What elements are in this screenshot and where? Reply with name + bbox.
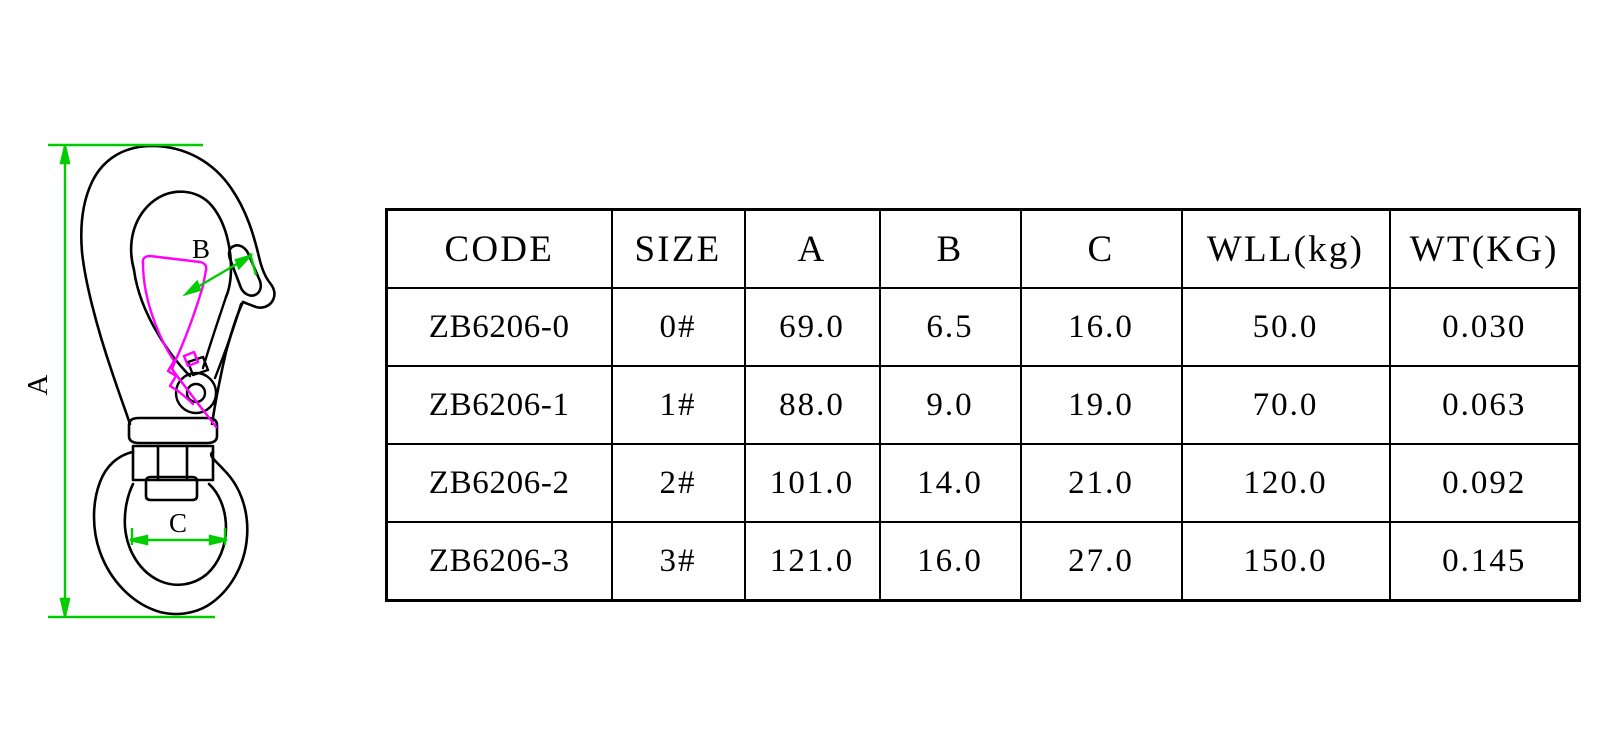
table-row: ZB6206-0 0# 69.0 6.5 16.0 50.0 0.030 bbox=[385, 287, 1581, 367]
cell-c: 19.0 bbox=[1019, 365, 1183, 445]
cell-c: 21.0 bbox=[1019, 443, 1183, 523]
cell-code: ZB6206-0 bbox=[385, 287, 613, 367]
cell-c: 16.0 bbox=[1019, 287, 1183, 367]
cell-a: 88.0 bbox=[743, 365, 881, 445]
cell-b: 6.5 bbox=[878, 287, 1022, 367]
specification-table: CODE SIZE A B C WLL(kg) WT(KG) ZB6206-0 … bbox=[385, 208, 1581, 602]
cell-a: 69.0 bbox=[743, 287, 881, 367]
table-row: ZB6206-1 1# 88.0 9.0 19.0 70.0 0.063 bbox=[385, 365, 1581, 445]
cell-size: 3# bbox=[610, 521, 746, 602]
cell-b: 16.0 bbox=[878, 521, 1022, 602]
cell-c: 27.0 bbox=[1019, 521, 1183, 602]
specification-sheet: A B C CODE SIZE A B C WLL(kg) WT(KG) ZB6… bbox=[0, 0, 1599, 737]
dimension-a bbox=[48, 143, 215, 619]
cell-code: ZB6206-1 bbox=[385, 365, 613, 445]
table-row: ZB6206-2 2# 101.0 14.0 21.0 120.0 0.092 bbox=[385, 443, 1581, 523]
cell-size: 2# bbox=[610, 443, 746, 523]
dimension-b-arrow-right bbox=[234, 253, 254, 271]
header-code: CODE bbox=[385, 208, 613, 289]
dimension-a-arrow-bottom bbox=[59, 597, 71, 617]
cell-wt: 0.145 bbox=[1388, 521, 1581, 602]
dimension-a-arrow-top bbox=[59, 145, 71, 165]
cell-a: 101.0 bbox=[743, 443, 881, 523]
header-wll: WLL(kg) bbox=[1180, 208, 1391, 289]
cell-a: 121.0 bbox=[743, 521, 881, 602]
cell-b: 14.0 bbox=[878, 443, 1022, 523]
header-a: A bbox=[743, 208, 881, 289]
hook-body-outline bbox=[80, 144, 276, 616]
dimension-c-label: C bbox=[169, 508, 187, 538]
cell-wt: 0.030 bbox=[1388, 287, 1581, 367]
table-header-row: CODE SIZE A B C WLL(kg) WT(KG) bbox=[385, 208, 1581, 289]
header-size: SIZE bbox=[610, 208, 746, 289]
dimension-b-label: B bbox=[192, 234, 210, 264]
cell-wt: 0.092 bbox=[1388, 443, 1581, 523]
dimension-b-tick bbox=[248, 252, 258, 276]
dimension-a-label: A bbox=[22, 374, 54, 395]
cell-size: 0# bbox=[610, 287, 746, 367]
cell-size: 1# bbox=[610, 365, 746, 445]
dimension-b-arrow-left bbox=[182, 279, 202, 297]
cell-b: 9.0 bbox=[878, 365, 1022, 445]
cell-wt: 0.063 bbox=[1388, 365, 1581, 445]
cell-wll: 50.0 bbox=[1180, 287, 1391, 367]
cell-wll: 150.0 bbox=[1180, 521, 1391, 602]
cell-wll: 120.0 bbox=[1180, 443, 1391, 523]
product-technical-drawing: A B C bbox=[22, 143, 276, 619]
header-b: B bbox=[878, 208, 1022, 289]
cell-code: ZB6206-2 bbox=[385, 443, 613, 523]
header-c: C bbox=[1019, 208, 1183, 289]
table-row: ZB6206-3 3# 121.0 16.0 27.0 150.0 0.145 bbox=[385, 521, 1581, 602]
header-wt: WT(KG) bbox=[1388, 208, 1581, 289]
cell-code: ZB6206-3 bbox=[385, 521, 613, 602]
cell-wll: 70.0 bbox=[1180, 365, 1391, 445]
